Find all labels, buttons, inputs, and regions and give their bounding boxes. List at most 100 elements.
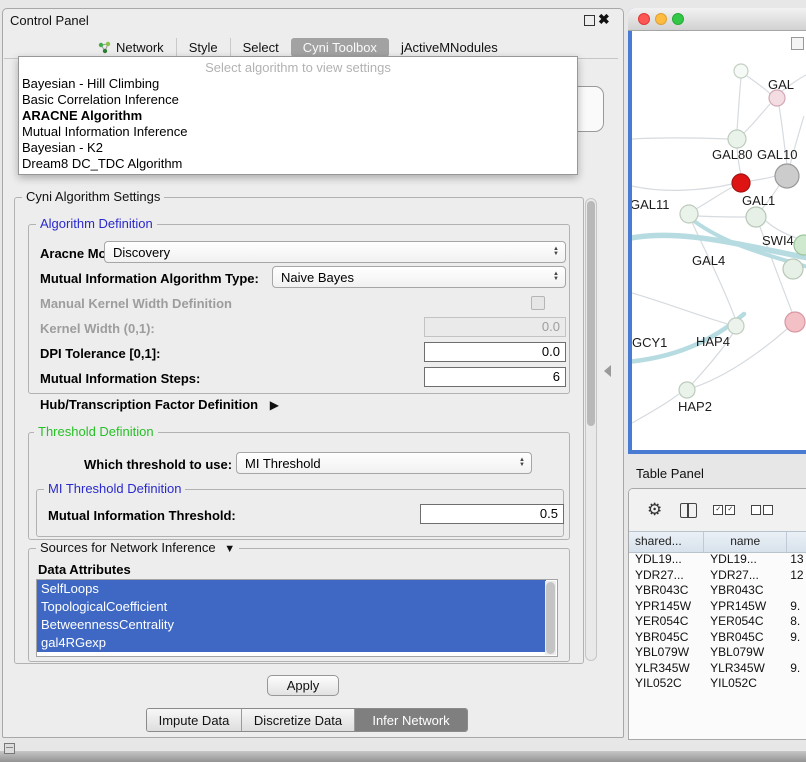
table-row[interactable]: YDL19... YDL19... 13: [629, 552, 806, 568]
combo-spinner-icon: ▲▼: [553, 247, 559, 257]
network-node[interactable]: [680, 205, 698, 223]
panel-resize-handle[interactable]: [604, 365, 611, 377]
network-view-window: GAL GAL80 GAL10 GAL11 GAL1 SWI4 GAL4 GCY…: [628, 8, 806, 454]
aracne-mode-select[interactable]: Discovery ▲▼: [104, 241, 566, 263]
tab-select[interactable]: Select: [230, 38, 291, 57]
data-attributes-list[interactable]: SelfLoops TopologicalCoefficient Between…: [36, 579, 558, 657]
network-node[interactable]: [728, 318, 744, 334]
network-window-titlebar[interactable]: [628, 8, 806, 31]
cell: YDL19...: [704, 552, 787, 568]
tab-impute-data[interactable]: Impute Data: [147, 709, 241, 731]
list-scrollbar-thumb[interactable]: [546, 582, 555, 654]
table-row[interactable]: YER054C YER054C 8.: [629, 614, 806, 630]
apply-button[interactable]: Apply: [267, 675, 339, 696]
list-scrollbar[interactable]: [545, 581, 556, 655]
network-node[interactable]: [734, 64, 748, 78]
list-item[interactable]: SelfLoops: [37, 580, 546, 598]
canvas-corner-button[interactable]: [791, 37, 804, 50]
sources-toggle[interactable]: Sources for Network Inference ▼: [36, 541, 239, 556]
column-header-extra[interactable]: [787, 532, 806, 552]
dropdown-item[interactable]: Basic Correlation Inference: [19, 92, 577, 108]
mi-algorithm-type-select[interactable]: Naive Bayes ▲▼: [272, 266, 566, 288]
close-traffic-light[interactable]: [638, 13, 650, 25]
table-row[interactable]: YPR145W YPR145W 9.: [629, 599, 806, 615]
list-item[interactable]: BetweennessCentrality: [37, 616, 546, 634]
close-icon[interactable]: ✖: [598, 11, 610, 28]
settings-scrollbar[interactable]: [585, 198, 597, 661]
tab-cyni-toolbox-label: Cyni Toolbox: [303, 40, 377, 55]
kernel-width-label: Kernel Width (0,1):: [40, 321, 155, 336]
tab-style[interactable]: Style: [176, 38, 230, 57]
table-panel-window: ⚙ ✓ ✓ shared... name YDL19... YDL19... 1…: [628, 488, 806, 740]
combo-spinner-icon: ▲▼: [553, 272, 559, 282]
zoom-traffic-light[interactable]: [672, 13, 684, 25]
which-threshold-label: Which threshold to use:: [84, 457, 232, 472]
network-node[interactable]: [769, 90, 785, 106]
minimize-traffic-light[interactable]: [655, 13, 667, 25]
tab-style-label: Style: [189, 40, 218, 55]
select-all-icon[interactable]: ✓ ✓: [713, 505, 735, 515]
tab-network[interactable]: Network: [86, 38, 176, 57]
column-header-name[interactable]: name: [704, 532, 787, 552]
hub-definition-toggle[interactable]: Hub/Transcription Factor Definition ▶: [40, 397, 279, 412]
tab-jactivemnodules-label: jActiveMNodules: [401, 40, 498, 55]
network-node-selected[interactable]: [732, 174, 750, 192]
columns-icon[interactable]: [680, 503, 697, 518]
network-node[interactable]: [783, 259, 803, 279]
aracne-mode-value: Discovery: [105, 245, 553, 260]
dropdown-item[interactable]: Bayesian - Hill Climbing: [19, 76, 577, 92]
network-node[interactable]: [728, 130, 746, 148]
checked-box-icon: ✓: [713, 505, 723, 515]
gear-icon[interactable]: ⚙: [647, 500, 662, 520]
dropdown-item-selected[interactable]: ARACNE Algorithm: [19, 108, 577, 124]
network-node[interactable]: [679, 382, 695, 398]
mi-algorithm-type-value: Naive Bayes: [273, 270, 553, 285]
list-item[interactable]: TopologicalCoefficient: [37, 598, 546, 616]
tab-select-label: Select: [243, 40, 279, 55]
mi-threshold-field[interactable]: 0.5: [420, 504, 564, 524]
cell: [787, 645, 806, 661]
dropdown-item[interactable]: Bayesian - K2: [19, 140, 577, 156]
dropdown-placeholder: Select algorithm to view settings: [19, 59, 577, 76]
network-node[interactable]: [775, 164, 799, 188]
deselect-all-icon[interactable]: [751, 505, 773, 515]
which-threshold-select[interactable]: MI Threshold ▲▼: [236, 452, 532, 474]
combo-spinner-icon: ▲▼: [519, 458, 525, 468]
dropdown-item[interactable]: Dream8 DC_TDC Algorithm: [19, 156, 577, 172]
cell: [787, 583, 806, 599]
dpi-tolerance-field[interactable]: 0.0: [424, 342, 566, 362]
cell: 9.: [787, 599, 806, 615]
network-tab-icon: [98, 41, 111, 54]
cell: YDR27...: [629, 568, 704, 584]
float-window-icon[interactable]: [584, 15, 595, 26]
tab-jactivemnodules[interactable]: jActiveMNodules: [389, 38, 510, 57]
algorithm-dropdown-list: Select algorithm to view settings Bayesi…: [18, 56, 578, 175]
node-label: GAL4: [692, 253, 725, 268]
manual-kernel-width-checkbox[interactable]: [531, 296, 545, 310]
mi-steps-field[interactable]: 6: [424, 367, 566, 387]
table-row[interactable]: YBR045C YBR045C 9.: [629, 630, 806, 646]
dropdown-item[interactable]: Mutual Information Inference: [19, 124, 577, 140]
table-row[interactable]: YDR27... YDR27... 12: [629, 568, 806, 584]
bottom-tabbar: Impute Data Discretize Data Infer Networ…: [146, 708, 468, 732]
mi-threshold-definition-title: MI Threshold Definition: [44, 482, 185, 496]
tab-cyni-toolbox[interactable]: Cyni Toolbox: [291, 38, 389, 57]
list-item[interactable]: gal4RGexp: [37, 634, 546, 652]
table-panel-title: Table Panel: [636, 466, 704, 481]
network-canvas[interactable]: GAL GAL80 GAL10 GAL11 GAL1 SWI4 GAL4 GCY…: [632, 31, 806, 450]
hub-definition-label: Hub/Transcription Factor Definition: [40, 397, 258, 412]
dpi-tolerance-label: DPI Tolerance [0,1]:: [40, 346, 160, 361]
table-row[interactable]: YLR345W YLR345W 9.: [629, 661, 806, 677]
tab-infer-network[interactable]: Infer Network: [354, 709, 467, 731]
table-row[interactable]: YIL052C YIL052C: [629, 676, 806, 689]
table-row[interactable]: YBL079W YBL079W: [629, 645, 806, 661]
table-row[interactable]: YBR043C YBR043C: [629, 583, 806, 599]
column-header-shared[interactable]: shared...: [629, 532, 704, 552]
network-node[interactable]: [785, 312, 805, 332]
network-node[interactable]: [746, 207, 766, 227]
cell: 13: [787, 552, 806, 568]
node-label: HAP2: [678, 399, 712, 414]
tab-discretize-data[interactable]: Discretize Data: [241, 709, 354, 731]
settings-scrollbar-thumb[interactable]: [587, 201, 595, 426]
minimized-panel-icon[interactable]: [4, 743, 15, 754]
